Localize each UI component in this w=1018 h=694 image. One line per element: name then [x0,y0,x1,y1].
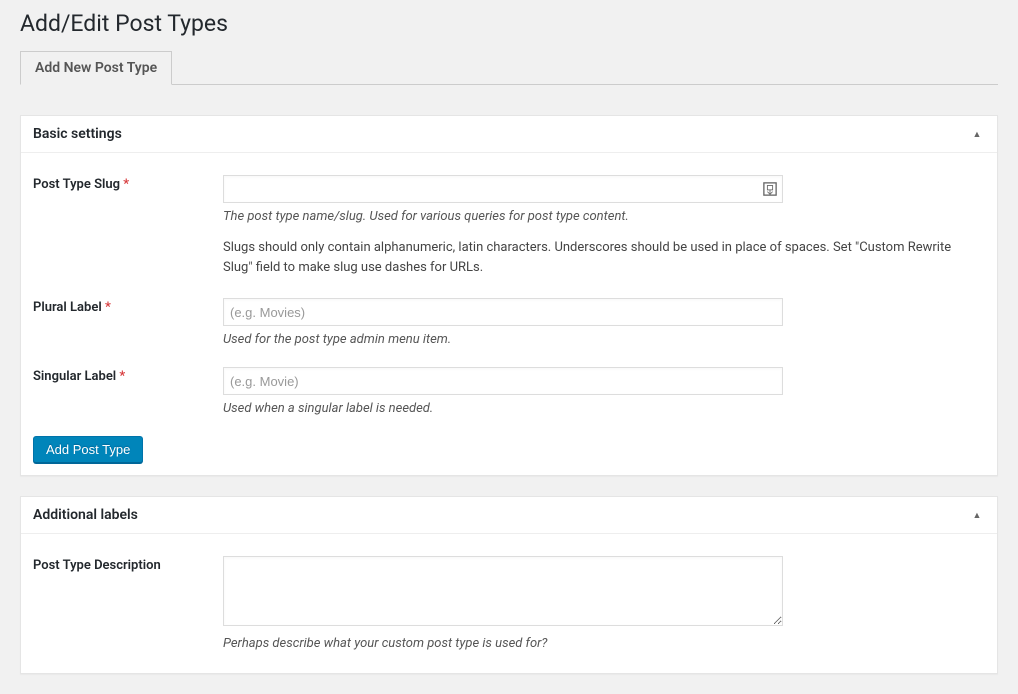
page-title: Add/Edit Post Types [20,10,998,37]
tab-wrapper: Add New Post Type [20,51,998,85]
singular-label-help: Used when a singular label is needed. [223,401,985,416]
post-type-slug-help-1: The post type name/slug. Used for variou… [223,209,985,224]
required-asterisk: * [123,177,129,192]
add-post-type-button[interactable]: Add Post Type [33,436,143,463]
required-asterisk: * [105,300,111,315]
post-type-slug-label-cell: Post Type Slug * [33,165,223,288]
post-type-slug-help-2: Slugs should only contain alphanumeric, … [223,238,983,278]
basic-settings-heading: Basic settings [33,126,985,142]
singular-label-cell: Singular Label * [33,357,223,426]
basic-settings-body: Post Type Slug * [21,153,997,475]
plural-label-label: Plural Label [33,300,102,315]
additional-labels-form-table: Post Type Description Perhaps describe w… [33,546,985,661]
post-type-slug-label: Post Type Slug [33,177,120,192]
basic-settings-header: Basic settings ▲ [21,116,997,153]
basic-settings-form-table: Post Type Slug * [33,165,985,426]
plural-label-help: Used for the post type admin menu item. [223,332,985,347]
collapse-toggle-icon[interactable]: ▲ [965,122,989,146]
post-type-description-label: Post Type Description [33,558,161,573]
post-type-description-label-cell: Post Type Description [33,546,223,661]
post-type-slug-input[interactable] [223,175,783,203]
post-type-slug-input-wrap [223,175,783,203]
additional-labels-header: Additional labels ▲ [21,497,997,534]
page-wrap: Add/Edit Post Types Add New Post Type Ba… [0,0,1018,674]
plural-label-input[interactable] [223,298,783,326]
tab-add-new-post-type[interactable]: Add New Post Type [20,51,172,85]
post-type-description-help: Perhaps describe what your custom post t… [223,636,985,651]
required-asterisk: * [119,369,125,384]
collapse-toggle-icon[interactable]: ▲ [965,503,989,527]
additional-labels-body: Post Type Description Perhaps describe w… [21,534,997,673]
additional-labels-postbox: Additional labels ▲ Post Type Descriptio… [20,496,998,674]
singular-label-label: Singular Label [33,369,116,384]
basic-settings-postbox: Basic settings ▲ Post Type Slug * [20,115,998,476]
post-type-description-textarea[interactable] [223,556,783,626]
additional-labels-heading: Additional labels [33,507,985,523]
plural-label-cell: Plural Label * [33,288,223,357]
singular-label-input[interactable] [223,367,783,395]
